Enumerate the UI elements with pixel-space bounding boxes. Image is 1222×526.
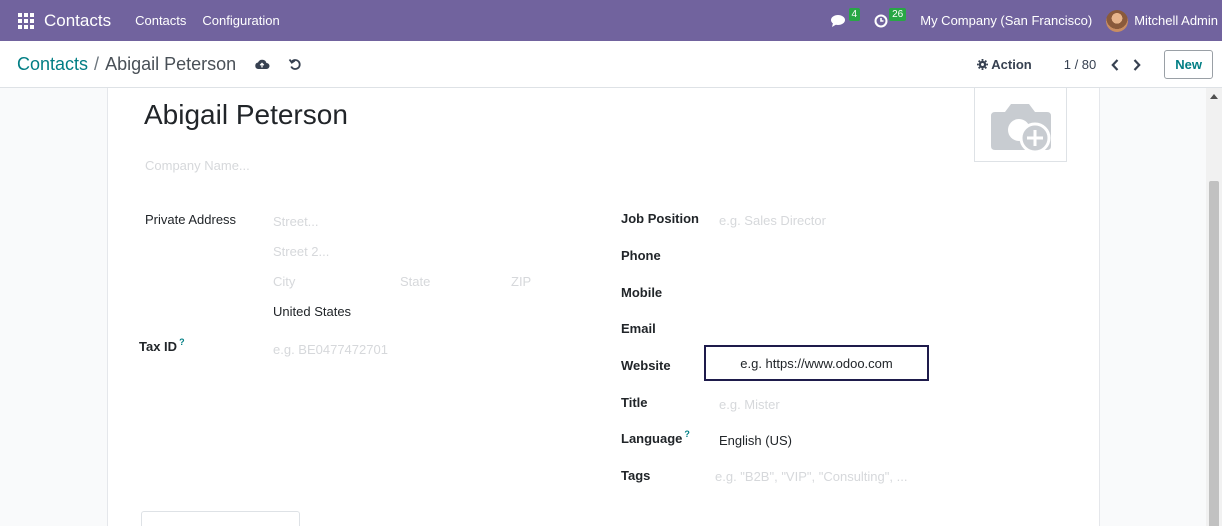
private-address-label: Private Address: [145, 212, 237, 227]
website-label: Website: [621, 358, 671, 373]
breadcrumb-separator: /: [94, 53, 100, 74]
tags-input[interactable]: e.g. "B2B", "VIP", "Consulting", ...: [715, 469, 907, 484]
tax-id-help-icon[interactable]: ?: [179, 337, 185, 347]
menu-configuration[interactable]: Configuration: [202, 13, 279, 28]
language-label-text: Language: [621, 431, 683, 446]
activities-button[interactable]: 26: [874, 8, 907, 28]
tax-id-label: Tax ID?: [139, 337, 185, 354]
street2-input[interactable]: Street 2...: [273, 244, 329, 259]
chat-icon: [830, 14, 845, 27]
scroll-thumb[interactable]: [1209, 181, 1219, 526]
scroll-up-arrow[interactable]: [1210, 94, 1218, 99]
new-button[interactable]: New: [1164, 50, 1213, 79]
company-switcher[interactable]: My Company (San Francisco): [920, 13, 1092, 28]
action-menu-button[interactable]: Action: [977, 57, 1032, 72]
messages-button[interactable]: 4: [830, 8, 861, 28]
pager-next-button[interactable]: [1128, 55, 1146, 75]
job-position-input[interactable]: e.g. Sales Director: [719, 213, 826, 228]
user-menu[interactable]: Mitchell Admin: [1134, 13, 1218, 28]
email-label: Email: [621, 321, 656, 336]
action-label: Action: [991, 57, 1032, 72]
mobile-label: Mobile: [621, 285, 663, 300]
notebook-tab[interactable]: [141, 511, 300, 526]
top-navbar: Contacts Contacts Configuration 4 26 My …: [0, 0, 1222, 41]
contact-image-upload[interactable]: [974, 88, 1067, 162]
tax-id-label-text: Tax ID: [139, 339, 178, 354]
user-avatar[interactable]: [1106, 9, 1129, 32]
gear-icon: [977, 59, 989, 70]
company-name-field[interactable]: Company Name...: [145, 158, 250, 173]
state-input[interactable]: State: [400, 274, 430, 289]
app-name[interactable]: Contacts: [44, 11, 111, 31]
contact-name-field[interactable]: Abigail Peterson: [144, 99, 348, 131]
breadcrumb-current: Abigail Peterson: [105, 53, 237, 74]
clock-icon: [874, 14, 888, 27]
apps-menu-icon[interactable]: [18, 12, 34, 29]
language-label: Language?: [621, 429, 690, 446]
street-input[interactable]: Street...: [273, 214, 319, 229]
breadcrumb: Contacts / Abigail Peterson: [17, 54, 302, 75]
control-panel: Contacts / Abigail Peterson Action 1 / 8…: [0, 41, 1222, 88]
country-input[interactable]: United States: [273, 304, 351, 319]
tags-label: Tags: [621, 468, 651, 483]
title-input[interactable]: e.g. Mister: [719, 397, 780, 412]
camera-plus-icon: [990, 103, 1051, 153]
breadcrumb-contacts[interactable]: Contacts: [17, 54, 88, 75]
form-sheet: Abigail Peterson Company Name... Private…: [107, 88, 1100, 526]
city-input[interactable]: City: [273, 274, 295, 289]
scrollbar[interactable]: [1206, 88, 1222, 526]
title-label: Title: [621, 395, 648, 410]
pager-previous-button[interactable]: [1106, 55, 1124, 75]
phone-label: Phone: [621, 248, 661, 263]
tax-id-input[interactable]: e.g. BE0477472701: [273, 342, 388, 357]
zip-input[interactable]: ZIP: [511, 274, 531, 289]
language-select[interactable]: English (US): [719, 433, 792, 448]
save-cloud-icon[interactable]: [254, 58, 270, 70]
menu-contacts[interactable]: Contacts: [135, 13, 186, 28]
job-position-label: Job Position: [621, 211, 699, 226]
pager-value[interactable]: 1 / 80: [1064, 57, 1097, 72]
activities-badge: 26: [889, 8, 907, 21]
website-input[interactable]: e.g. https://www.odoo.com: [704, 345, 929, 381]
chevron-right-icon: [1133, 58, 1141, 71]
chevron-left-icon: [1111, 58, 1119, 71]
discard-undo-icon[interactable]: [288, 57, 302, 71]
language-help-icon[interactable]: ?: [684, 429, 690, 439]
messages-badge: 4: [848, 8, 861, 21]
